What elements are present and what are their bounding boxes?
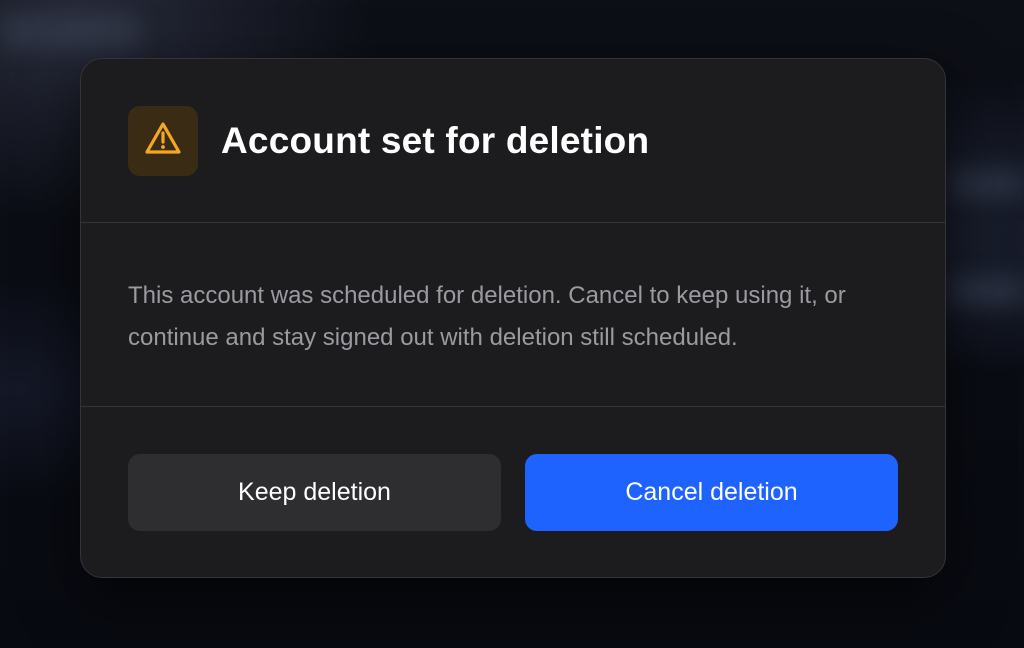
dialog-body: This account was scheduled for deletion.… — [81, 223, 945, 407]
warning-badge — [128, 105, 198, 176]
warning-triangle-icon — [144, 121, 182, 160]
cancel-deletion-button[interactable]: Cancel deletion — [525, 454, 898, 531]
keep-deletion-button[interactable]: Keep deletion — [128, 454, 501, 531]
dialog-message: This account was scheduled for deletion.… — [128, 282, 846, 351]
dialog-title: Account set for deletion — [221, 119, 650, 161]
dialog-header: Account set for deletion — [81, 59, 945, 223]
blurred-background-element — [0, 14, 140, 50]
dialog-footer: Keep deletion Cancel deletion — [81, 407, 945, 531]
blurred-background-element — [950, 168, 1024, 198]
account-deletion-dialog: Account set for deletion This account wa… — [80, 58, 946, 578]
blurred-background-element — [950, 276, 1024, 306]
